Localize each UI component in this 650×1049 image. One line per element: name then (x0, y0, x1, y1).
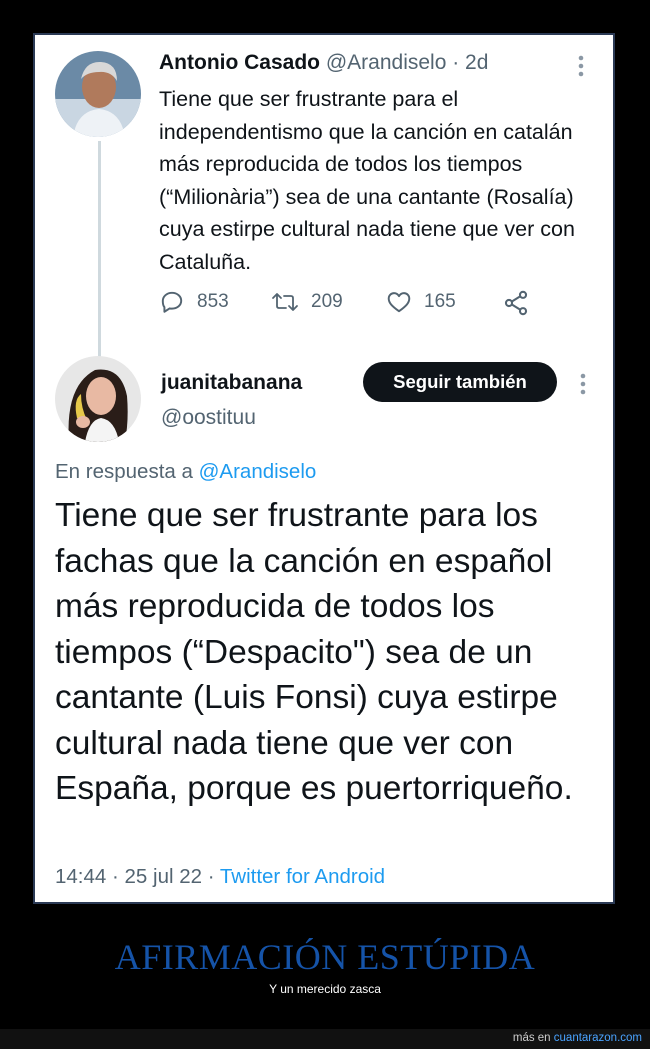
page-subline: Y un merecido zasca (269, 982, 381, 996)
tweet2-author-name[interactable]: juanitabanana (161, 371, 302, 395)
reply-icon (161, 291, 183, 313)
tweet1-author-name[interactable]: Antonio Casado (159, 51, 320, 74)
reply-mention-link[interactable]: @Arandiselo (199, 460, 317, 483)
reply-button[interactable]: 853 (159, 289, 229, 315)
share-button[interactable] (502, 289, 530, 317)
site-credit: más en cuantarazon.com (513, 1032, 642, 1044)
thread-line (98, 141, 101, 367)
like-count: 165 (424, 291, 456, 312)
site-footer-bar: más en cuantarazon.com (0, 1029, 650, 1049)
tweet2-footer: 14:44 · 25 jul 22 · Twitter for Android (55, 865, 385, 889)
site-prefix: más en (512, 1032, 551, 1044)
retweet-button[interactable]: 209 (271, 289, 343, 315)
heart-icon (387, 292, 411, 313)
tweet1-actions: 853 209 165 (159, 289, 579, 319)
reply-context: En respuesta a @Arandiselo (55, 460, 316, 484)
retweet-icon (272, 293, 298, 311)
tweet1-header: Antonio Casado @Arandiselo · 2d (159, 51, 488, 75)
tweet2-handle[interactable]: @oostituu (161, 406, 256, 430)
more-icon[interactable] (578, 373, 588, 395)
avatar-juanitabanana[interactable] (55, 356, 141, 442)
page-headline: AFIRMACIÓN ESTÚPIDA (114, 937, 536, 977)
reply-prefix: En respuesta a (55, 460, 193, 483)
retweet-count: 209 (311, 291, 343, 312)
tweet-card: Antonio Casado @Arandiselo · 2d Tiene qu… (33, 33, 615, 904)
follow-button[interactable]: Seguir también (363, 362, 557, 402)
reply-count: 853 (197, 291, 229, 312)
tweet2-source-link[interactable]: Twitter for Android (220, 865, 385, 888)
share-icon (504, 290, 528, 316)
site-link[interactable]: cuantarazon.com (554, 1032, 642, 1044)
like-button[interactable]: 165 (386, 289, 456, 315)
tweet2-timestamp[interactable]: 14:44 · 25 jul 22 · (55, 865, 215, 888)
tweet2-text: Tiene que ser frustrante para los fachas… (55, 497, 573, 807)
tweet1-text: Tiene que ser frustrante para el indepen… (159, 87, 575, 274)
avatar-antonio[interactable] (55, 51, 141, 137)
more-icon[interactable] (576, 55, 586, 77)
tweet1-handle[interactable]: @Arandiselo (326, 51, 447, 74)
tweet1-age[interactable]: · 2d (452, 51, 488, 74)
